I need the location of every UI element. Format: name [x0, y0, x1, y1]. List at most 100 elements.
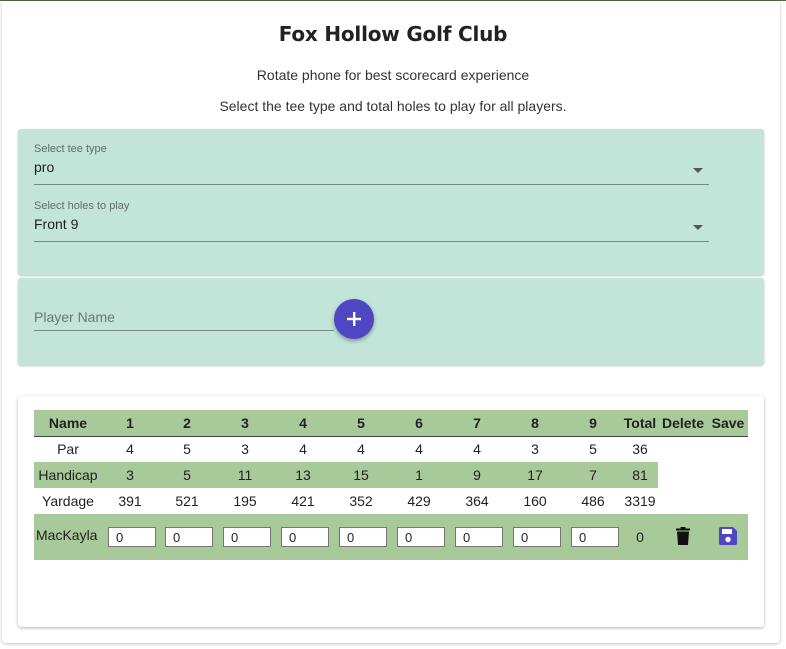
tee-type-label: Select tee type [34, 143, 107, 155]
hole-7-score-input[interactable] [455, 527, 503, 547]
hole-2-score-input[interactable] [165, 527, 213, 547]
yardage-value: 352 [349, 493, 373, 509]
delete-player-button[interactable] [676, 526, 690, 545]
score-cell [332, 514, 390, 560]
header-save: Save [708, 410, 748, 437]
player-name-input[interactable]: Player Name [34, 309, 334, 331]
hole-5-score-input[interactable] [339, 527, 387, 547]
delete-cell [658, 514, 708, 560]
handicap-value: 3 [102, 462, 158, 488]
yardage-value: 391 [118, 493, 142, 509]
par-total: 36 [632, 441, 648, 458]
handicap-row: Handicap 3 5 11 13 15 1 9 17 7 81 [34, 462, 748, 488]
empty-cell [708, 462, 748, 488]
header-total: Total [622, 410, 658, 437]
player-name-underline [34, 330, 334, 331]
header-hole-6: 6 [390, 410, 448, 437]
handicap-value: 13 [274, 462, 332, 488]
add-player-button[interactable] [334, 299, 374, 339]
scorecard-header-row: Name 1 2 3 4 5 6 7 8 9 Total Delete Save [34, 410, 748, 437]
score-cell [158, 514, 216, 560]
score-cell [390, 514, 448, 560]
par-value: 4 [473, 441, 481, 458]
hole-3-score-input[interactable] [223, 527, 271, 547]
floppy-disk-icon [719, 526, 737, 545]
rotate-note: Rotate phone for best scorecard experien… [256, 67, 530, 83]
par-value: 4 [126, 441, 134, 458]
score-cell [102, 514, 158, 560]
hole-1-score-input[interactable] [108, 527, 156, 547]
plus-icon [347, 312, 361, 326]
save-player-button[interactable] [719, 526, 737, 545]
yardage-value: 521 [175, 493, 199, 509]
handicap-value: 15 [332, 462, 390, 488]
handicap-label: Handicap [34, 462, 102, 488]
yardage-value: 486 [581, 493, 605, 509]
yardage-value: 160 [523, 493, 547, 509]
score-cell [564, 514, 622, 560]
scorecard-card: Name 1 2 3 4 5 6 7 8 9 Total Delete Save… [18, 396, 764, 627]
par-row: Par 4 5 3 4 4 4 4 3 5 36 [34, 436, 748, 462]
score-cell [274, 514, 332, 560]
header-hole-2: 2 [158, 410, 216, 437]
par-value: 4 [357, 441, 365, 458]
scorecard-table: Name 1 2 3 4 5 6 7 8 9 Total Delete Save… [34, 410, 748, 560]
header-hole-8: 8 [506, 410, 564, 437]
header-hole-4: 4 [274, 410, 332, 437]
handicap-value: 17 [506, 462, 564, 488]
header-hole-5: 5 [332, 410, 390, 437]
player-total: 0 [636, 529, 644, 545]
dropdown-arrow-icon[interactable] [693, 168, 703, 173]
par-value: 5 [589, 441, 597, 458]
empty-cell [658, 488, 708, 514]
add-player-panel: Player Name [18, 278, 764, 365]
yardage-total: 3319 [624, 493, 656, 509]
holes-label: Select holes to play [34, 200, 130, 212]
header-hole-7: 7 [448, 410, 506, 437]
score-cell [216, 514, 274, 560]
yardage-row: Yardage 391 521 195 421 352 429 364 160 … [34, 488, 748, 514]
holes-value[interactable]: Front 9 [34, 216, 709, 232]
score-cell [506, 514, 564, 560]
holes-select[interactable]: Select holes to play Front 9 [34, 200, 709, 242]
header-hole-3: 3 [216, 410, 274, 437]
tee-type-underline [34, 184, 709, 185]
header-hole-9: 9 [564, 410, 622, 437]
tee-type-value[interactable]: pro [34, 159, 709, 175]
handicap-value: 11 [216, 462, 274, 488]
yardage-value: 364 [465, 493, 489, 509]
header-delete: Delete [658, 410, 708, 437]
hole-8-score-input[interactable] [513, 527, 561, 547]
dropdown-arrow-icon[interactable] [693, 225, 703, 230]
instruction-text: Select the tee type and total holes to p… [219, 98, 567, 114]
handicap-value: 9 [448, 462, 506, 488]
par-value: 5 [183, 441, 191, 458]
save-cell [708, 514, 748, 560]
yardage-label: Yardage [42, 493, 94, 509]
par-value: 4 [299, 441, 307, 458]
score-cell [448, 514, 506, 560]
player-name: MacKayla [36, 527, 98, 543]
hole-6-score-input[interactable] [397, 527, 445, 547]
hole-4-score-input[interactable] [281, 527, 329, 547]
hole-9-score-input[interactable] [571, 527, 619, 547]
handicap-value: 7 [564, 462, 622, 488]
par-label: Par [57, 441, 79, 458]
par-value: 3 [531, 441, 539, 458]
course-settings-panel: Select tee type pro Select holes to play… [18, 129, 764, 275]
empty-cell [658, 462, 708, 488]
holes-underline [34, 241, 709, 242]
yardage-value: 429 [407, 493, 431, 509]
yardage-value: 195 [233, 493, 257, 509]
header-name: Name [34, 410, 102, 437]
trash-icon [676, 526, 690, 545]
tee-type-select[interactable]: Select tee type pro [34, 143, 709, 185]
header-hole-1: 1 [102, 410, 158, 437]
empty-cell [658, 436, 708, 462]
handicap-value: 5 [158, 462, 216, 488]
page-title: Fox Hollow Golf Club [278, 22, 508, 46]
empty-cell [708, 488, 748, 514]
handicap-total: 81 [622, 462, 658, 488]
empty-cell [708, 436, 748, 462]
par-value: 4 [415, 441, 423, 458]
